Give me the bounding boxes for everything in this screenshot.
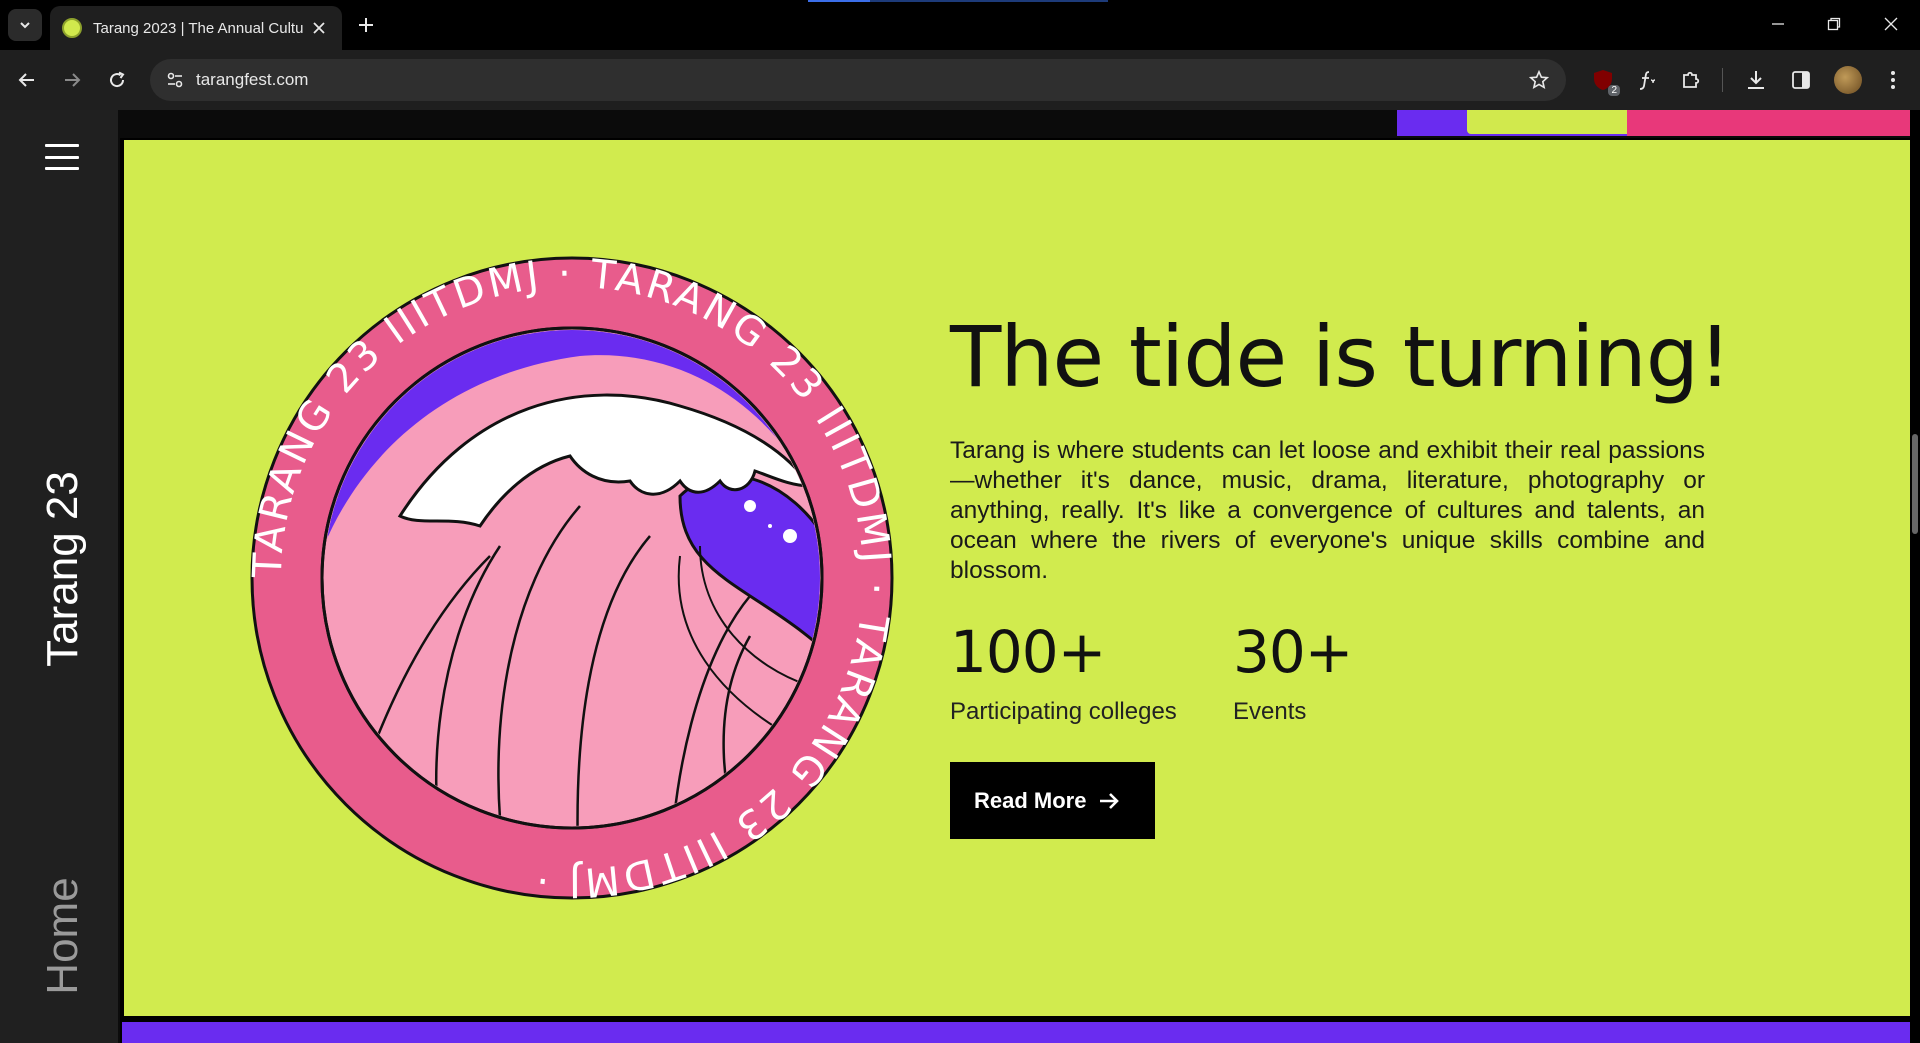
tune-icon: [167, 72, 183, 88]
arrow-left-icon: [18, 73, 34, 87]
restore-icon: [1827, 17, 1841, 31]
browser-menu-button[interactable]: [1878, 65, 1908, 95]
tab-title: Tarang 2023 | The Annual Cultural Fest: [93, 19, 303, 37]
arrow-right-icon: [65, 73, 81, 87]
url-text: tarangfest.com: [196, 70, 309, 89]
next-section-edge: [122, 1020, 1912, 1043]
menu-icon[interactable]: [45, 144, 79, 170]
reload-icon: [110, 71, 125, 88]
address-bar[interactable]: tarangfest.com: [150, 59, 1566, 101]
minimize-icon: [1772, 23, 1784, 25]
active-tab[interactable]: Tarang 2023 | The Annual Cultural Fest: [50, 6, 342, 50]
ublock-extension-button[interactable]: 2: [1588, 65, 1620, 96]
extensions-button[interactable]: [1676, 65, 1706, 95]
read-more-label: Read More: [974, 787, 1087, 813]
new-tab-button[interactable]: [352, 11, 380, 39]
about-section: TARANG 23 IIITDMJ · TARANG 23 IIITDMJ · …: [122, 138, 1912, 1018]
minimize-button[interactable]: [1758, 8, 1798, 40]
stat-label: Participating colleges: [950, 698, 1177, 725]
toolbar-separator: [1722, 68, 1723, 92]
download-icon: [1748, 71, 1764, 89]
stat-label: Events: [1233, 698, 1307, 725]
reload-button[interactable]: [101, 64, 133, 96]
about-headline: The tide is turning!: [950, 308, 1732, 406]
close-window-button[interactable]: [1871, 8, 1911, 40]
close-icon: [1884, 17, 1898, 31]
sidebar-current-page: Home: [38, 877, 87, 995]
back-button[interactable]: [11, 64, 43, 96]
bookmark-button[interactable]: [1526, 67, 1552, 93]
browser-toolbar: tarangfest.com 2: [0, 50, 1920, 110]
formula-extension-button[interactable]: [1632, 65, 1662, 95]
arrow-right-icon: [1098, 791, 1120, 811]
downloads-button[interactable]: [1741, 65, 1771, 95]
restore-button[interactable]: [1814, 8, 1854, 40]
page-scrollbar[interactable]: [1910, 110, 1920, 1043]
side-panel-button[interactable]: [1786, 65, 1816, 95]
puzzle-icon: [1683, 71, 1700, 88]
tab-close-button[interactable]: [308, 17, 330, 39]
star-icon: [1529, 70, 1549, 90]
chevron-down-icon: [20, 22, 30, 29]
close-icon: [313, 22, 325, 34]
forward-button[interactable]: [56, 64, 88, 96]
previous-section-edge: [120, 110, 1920, 138]
tarang-wave-emblem: TARANG 23 IIITDMJ · TARANG 23 IIITDMJ · …: [250, 256, 894, 900]
site-info-button[interactable]: [160, 65, 190, 95]
tab-search-button[interactable]: [8, 9, 42, 41]
side-panel-icon: [1792, 71, 1810, 89]
favicon-icon: [62, 18, 82, 38]
site-sidebar: Tarang 23 Home: [0, 110, 120, 1043]
more-vertical-icon: [1891, 71, 1895, 89]
stat-value: 30+: [1233, 618, 1353, 686]
plus-icon: [359, 18, 373, 32]
stat-colleges: 100+ Participating colleges: [950, 618, 1177, 726]
about-description: Tarang is where students can let loose a…: [950, 437, 1705, 584]
tab-loading-indicator: [808, 0, 1108, 2]
stat-events: 30+ Events: [1233, 618, 1353, 726]
browser-tab-bar: Tarang 2023 | The Annual Cultural Fest: [0, 0, 1920, 50]
poster-art: [1397, 110, 1920, 136]
scrollbar-thumb[interactable]: [1912, 434, 1918, 534]
function-icon: [1639, 71, 1656, 90]
read-more-button[interactable]: Read More: [950, 762, 1155, 839]
stat-value: 100+: [950, 618, 1106, 686]
profile-avatar[interactable]: [1834, 66, 1862, 94]
sidebar-brand[interactable]: Tarang 23: [38, 471, 88, 667]
page-viewport: Tarang 23 Home ARANG 23 IIITDMJ · TARANG…: [0, 110, 1920, 1043]
extension-badge: 2: [1608, 85, 1620, 96]
